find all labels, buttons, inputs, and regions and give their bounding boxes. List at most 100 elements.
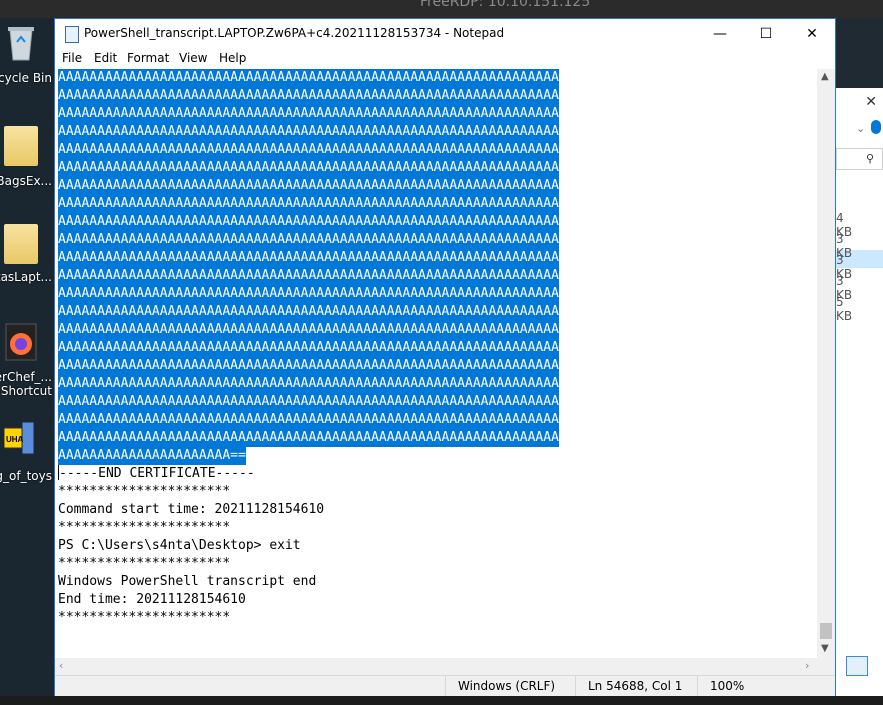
editor-content: AAAAAAAAAAAAAAAAAAAAAAAAAAAAAAAAAAAAAAAA…: [58, 69, 559, 627]
line-text: End time: 20211128154610: [58, 592, 246, 607]
selected-text-line: AAAAAAAAAAAAAAAAAAAAAAAAAAAAAAAAAAAAAAAA…: [58, 141, 559, 159]
text-line: **********************: [58, 519, 559, 537]
taskbar: [0, 696, 883, 705]
folder-icon: [4, 126, 38, 166]
menu-view[interactable]: View: [179, 51, 207, 65]
selection-highlight: AAAAAAAAAAAAAAAAAAAAAAAAAAAAAAAAAAAAAAAA…: [58, 105, 559, 123]
selected-text-line: AAAAAAAAAAAAAAAAAAAAAAAAAAAAAAAAAAAAAAAA…: [58, 213, 559, 231]
notepad-window: PowerShell_transcript.LAPTOP.Zw6PA+c4.20…: [54, 18, 836, 697]
desktop: ecycle Bin ellBagsEx... ntasLapt... berC…: [0, 18, 56, 705]
text-line: **********************: [58, 609, 559, 627]
desktop-icon-label-line2: Shortcut: [0, 384, 52, 398]
scroll-up-icon[interactable]: ▲: [821, 71, 829, 82]
selected-text-line: AAAAAAAAAAAAAAAAAAAAAAAAAAAAAAAAAAAAAAAA…: [58, 321, 559, 339]
text-line: End time: 20211128154610: [58, 591, 559, 609]
selected-text-line: AAAAAAAAAAAAAAAAAAAAAAAAAAAAAAAAAAAAAAAA…: [58, 249, 559, 267]
line-text: Command start time: 20211128154610: [58, 502, 325, 517]
desktop-icon-label: ellBagsEx...: [0, 174, 52, 188]
line-text: Windows PowerShell transcript end: [58, 574, 317, 589]
firefox-icon: [5, 323, 37, 361]
selected-text-line: AAAAAAAAAAAAAAAAAAAAAAAAAAAAAAAAAAAAAAAA…: [58, 105, 559, 123]
status-encoding: Windows (CRLF): [445, 676, 575, 697]
folder-icon: [4, 224, 38, 264]
text-line: Windows PowerShell transcript end: [58, 573, 559, 591]
line-text: PS C:\Users\s4nta\Desktop> exit: [58, 538, 301, 553]
notepad-icon: [65, 26, 79, 43]
text-line: -----END CERTIFICATE-----: [58, 465, 559, 483]
text-line: Command start time: 20211128154610: [58, 501, 559, 519]
file-size: 5 KB: [836, 295, 853, 323]
selection-highlight: AAAAAAAAAAAAAAAAAAAAAAAAAAAAAAAAAAAAAAAA…: [58, 393, 559, 411]
window-title: PowerShell_transcript.LAPTOP.Zw6PA+c4.20…: [84, 26, 505, 40]
selected-text-line: AAAAAAAAAAAAAAAAAAAAAAAAAAAAAAAAAAAAAAAA…: [58, 285, 559, 303]
text-line: **********************: [58, 483, 559, 501]
maximize-button[interactable]: ☐: [743, 19, 789, 49]
selection-highlight: AAAAAAAAAAAAAAAAAAAAAAAAAAAAAAAAAAAAAAAA…: [58, 285, 559, 303]
close-button[interactable]: ✕: [789, 19, 835, 49]
rdp-title: FreeRDP: 10.10.151.125: [420, 0, 591, 10]
scroll-down-icon[interactable]: ▼: [821, 643, 829, 654]
text-line: **********************: [58, 555, 559, 573]
text-editor[interactable]: AAAAAAAAAAAAAAAAAAAAAAAAAAAAAAAAAAAAAAAA…: [55, 69, 817, 658]
title-bar[interactable]: PowerShell_transcript.LAPTOP.Zw6PA+c4.20…: [55, 19, 835, 49]
selection-highlight: AAAAAAAAAAAAAAAAAAAAAA==: [58, 447, 246, 465]
svg-text:UHA: UHA: [6, 435, 24, 444]
selection-highlight: AAAAAAAAAAAAAAAAAAAAAAAAAAAAAAAAAAAAAAAA…: [58, 321, 559, 339]
scroll-right-icon[interactable]: ›: [805, 659, 809, 672]
menu-file[interactable]: File: [62, 51, 82, 65]
selected-text-line: AAAAAAAAAAAAAAAAAAAAAAAAAAAAAAAAAAAAAAAA…: [58, 339, 559, 357]
selected-text-line: AAAAAAAAAAAAAAAAAAAAAAAAAAAAAAAAAAAAAAAA…: [58, 231, 559, 249]
chevron-down-icon[interactable]: ⌄: [856, 122, 865, 135]
selected-text-line: AAAAAAAAAAAAAAAAAAAAAAAAAAAAAAAAAAAAAAAA…: [58, 69, 559, 87]
line-text: **********************: [58, 520, 231, 535]
desktop-icon-label: g_of_toys: [0, 469, 52, 483]
desktop-icon-label: ecycle Bin: [0, 71, 52, 85]
selected-text-line: AAAAAAAAAAAAAAAAAAAAAAAAAAAAAAAAAAAAAAAA…: [58, 159, 559, 177]
selected-text-line: AAAAAAAAAAAAAAAAAAAAAAAAAAAAAAAAAAAAAAAA…: [58, 411, 559, 429]
selected-text-line: AAAAAAAAAAAAAAAAAAAAAAAAAAAAAAAAAAAAAAAA…: [58, 375, 559, 393]
selection-highlight: AAAAAAAAAAAAAAAAAAAAAAAAAAAAAAAAAAAAAAAA…: [58, 231, 559, 249]
selected-text-line: AAAAAAAAAAAAAAAAAAAAAAAAAAAAAAAAAAAAAAAA…: [58, 195, 559, 213]
text-line: PS C:\Users\s4nta\Desktop> exit: [58, 537, 559, 555]
selected-text-line: AAAAAAAAAAAAAAAAAAAAAAAAAAAAAAAAAAAAAAAA…: [58, 123, 559, 141]
vertical-scrollbar[interactable]: ▲ ▼: [817, 69, 835, 658]
selection-highlight: AAAAAAAAAAAAAAAAAAAAAAAAAAAAAAAAAAAAAAAA…: [58, 303, 559, 321]
selected-text-line: AAAAAAAAAAAAAAAAAAAAAAAAAAAAAAAAAAAAAAAA…: [58, 87, 559, 105]
status-position: Ln 54688, Col 1: [575, 676, 697, 697]
recycle-bin-icon: [8, 27, 34, 61]
scroll-corner: [817, 658, 835, 675]
explorer-window-background: ✕ ⌄ ⚲ 4 KB 3 KB 3 KB 3 KB 5 KB: [836, 88, 883, 705]
selected-text-line: AAAAAAAAAAAAAAAAAAAAAA==: [58, 447, 559, 465]
selection-highlight: AAAAAAAAAAAAAAAAAAAAAAAAAAAAAAAAAAAAAAAA…: [58, 375, 559, 393]
minimize-button[interactable]: —: [697, 19, 743, 49]
menu-format[interactable]: Format: [127, 51, 169, 65]
desktop-icon-label: ntasLapt...: [0, 270, 52, 284]
status-zoom: 100%: [697, 676, 835, 697]
line-text: **********************: [58, 556, 231, 571]
help-icon[interactable]: [871, 120, 881, 134]
scroll-thumb[interactable]: [820, 623, 832, 639]
selection-highlight: AAAAAAAAAAAAAAAAAAAAAAAAAAAAAAAAAAAAAAAA…: [58, 69, 559, 87]
status-bar: Windows (CRLF) Ln 54688, Col 1 100%: [55, 675, 835, 697]
selected-text-line: AAAAAAAAAAAAAAAAAAAAAAAAAAAAAAAAAAAAAAAA…: [58, 393, 559, 411]
selected-text-line: AAAAAAAAAAAAAAAAAAAAAAAAAAAAAAAAAAAAAAAA…: [58, 267, 559, 285]
close-icon[interactable]: ✕: [865, 94, 877, 110]
horizontal-scrollbar[interactable]: ‹ ›: [55, 658, 817, 675]
selected-text-line: AAAAAAAAAAAAAAAAAAAAAAAAAAAAAAAAAAAAAAAA…: [58, 177, 559, 195]
selection-highlight: AAAAAAAAAAAAAAAAAAAAAAAAAAAAAAAAAAAAAAAA…: [58, 357, 559, 375]
line-text: **********************: [58, 484, 231, 499]
line-text: **********************: [58, 610, 231, 625]
search-input[interactable]: ⚲: [836, 148, 883, 170]
scroll-left-icon[interactable]: ‹: [59, 659, 63, 672]
selection-highlight: AAAAAAAAAAAAAAAAAAAAAAAAAAAAAAAAAAAAAAAA…: [58, 267, 559, 285]
menu-help[interactable]: Help: [219, 51, 246, 65]
details-view-icon[interactable]: [846, 656, 868, 676]
selected-text-line: AAAAAAAAAAAAAAAAAAAAAAAAAAAAAAAAAAAAAAAA…: [58, 303, 559, 321]
menu-edit[interactable]: Edit: [94, 51, 117, 65]
selection-highlight: AAAAAAAAAAAAAAAAAAAAAAAAAAAAAAAAAAAAAAAA…: [58, 339, 559, 357]
line-text: -----END CERTIFICATE-----: [59, 466, 255, 481]
selection-highlight: AAAAAAAAAAAAAAAAAAAAAAAAAAAAAAAAAAAAAAAA…: [58, 249, 559, 267]
rdp-title-bar: FreeRDP: 10.10.151.125: [0, 0, 883, 18]
selection-highlight: AAAAAAAAAAAAAAAAAAAAAAAAAAAAAAAAAAAAAAAA…: [58, 141, 559, 159]
desktop-icon-label: berChef_...: [0, 370, 52, 384]
